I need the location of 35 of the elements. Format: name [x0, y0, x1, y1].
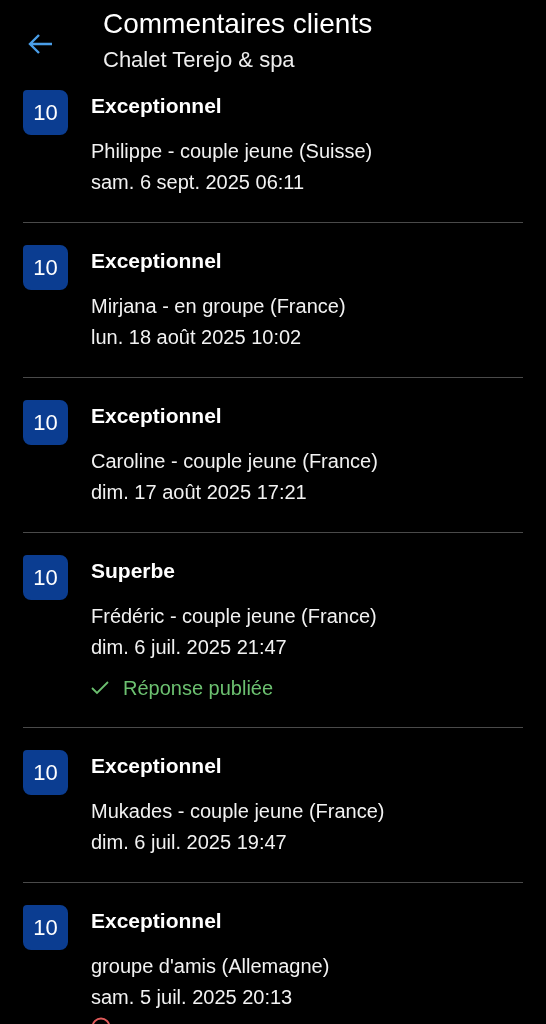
rating-label: Exceptionnel [91, 753, 223, 779]
hotel-name: Chalet Terejo & spa [103, 46, 296, 74]
review-item[interactable]: 10 Exceptionnel Mukades - couple jeune (France) dim. 6 juil. 2025 19:47 [23, 728, 523, 883]
rating-label: Superbe [91, 558, 177, 584]
guest-info: groupe d'amis (Allemagne) [91, 954, 330, 979]
page-title: Commentaires clients [103, 7, 373, 41]
guest-info: Frédéric - couple jeune (France) [91, 604, 377, 629]
review-item[interactable]: 10 Exceptionnel Philippe - couple jeune (Suisse) sam. 6 sept. 2025 06:11 [23, 86, 523, 223]
guest-info: Mukades - couple jeune (France) [91, 799, 385, 824]
review-date: sam. 6 sept. 2025 06:11 [91, 170, 306, 195]
score-badge: 10 [23, 400, 68, 445]
review-date: dim. 17 août 2025 17:21 [91, 480, 308, 505]
guest-info: Caroline - couple jeune (France) [91, 449, 378, 474]
review-date: dim. 6 juil. 2025 21:47 [91, 635, 288, 660]
review-date: sam. 5 juil. 2025 20:13 [91, 985, 294, 1010]
review-item[interactable]: 10 Exceptionnel Caroline - couple jeune (France) dim. 17 août 2025 17:21 [23, 378, 523, 533]
rating-label: Exceptionnel [91, 908, 223, 934]
review-date: lun. 18 août 2025 10:02 [91, 325, 303, 350]
score-badge: 10 [23, 750, 68, 795]
review-item[interactable]: 10 Superbe Frédéric - couple jeune (France) dim. 6 juil. 2025 21:47 Réponse publiée [23, 533, 523, 728]
rating-label: Exceptionnel [91, 93, 223, 119]
score-badge: 10 [23, 905, 68, 950]
rating-label: Exceptionnel [91, 248, 223, 274]
score-badge: 10 [23, 245, 68, 290]
review-date: dim. 6 juil. 2025 19:47 [91, 830, 288, 855]
score-badge: 10 [23, 555, 68, 600]
rating-label: Exceptionnel [91, 403, 223, 429]
review-item[interactable]: 10 Exceptionnel groupe d'amis (Allemagne) sam. 5 juil. 2025 20:13 [23, 883, 523, 1024]
back-arrow-icon [27, 33, 53, 55]
review-item[interactable]: 10 Exceptionnel Mirjana - en groupe (France) lun. 18 août 2025 10:02 [23, 223, 523, 378]
guest-info: Philippe - couple jeune (Suisse) [91, 139, 373, 164]
reply-status: Réponse publiée [123, 676, 274, 701]
guest-info: Mirjana - en groupe (France) [91, 294, 346, 319]
score-badge: 10 [23, 90, 68, 135]
check-icon [91, 681, 109, 695]
